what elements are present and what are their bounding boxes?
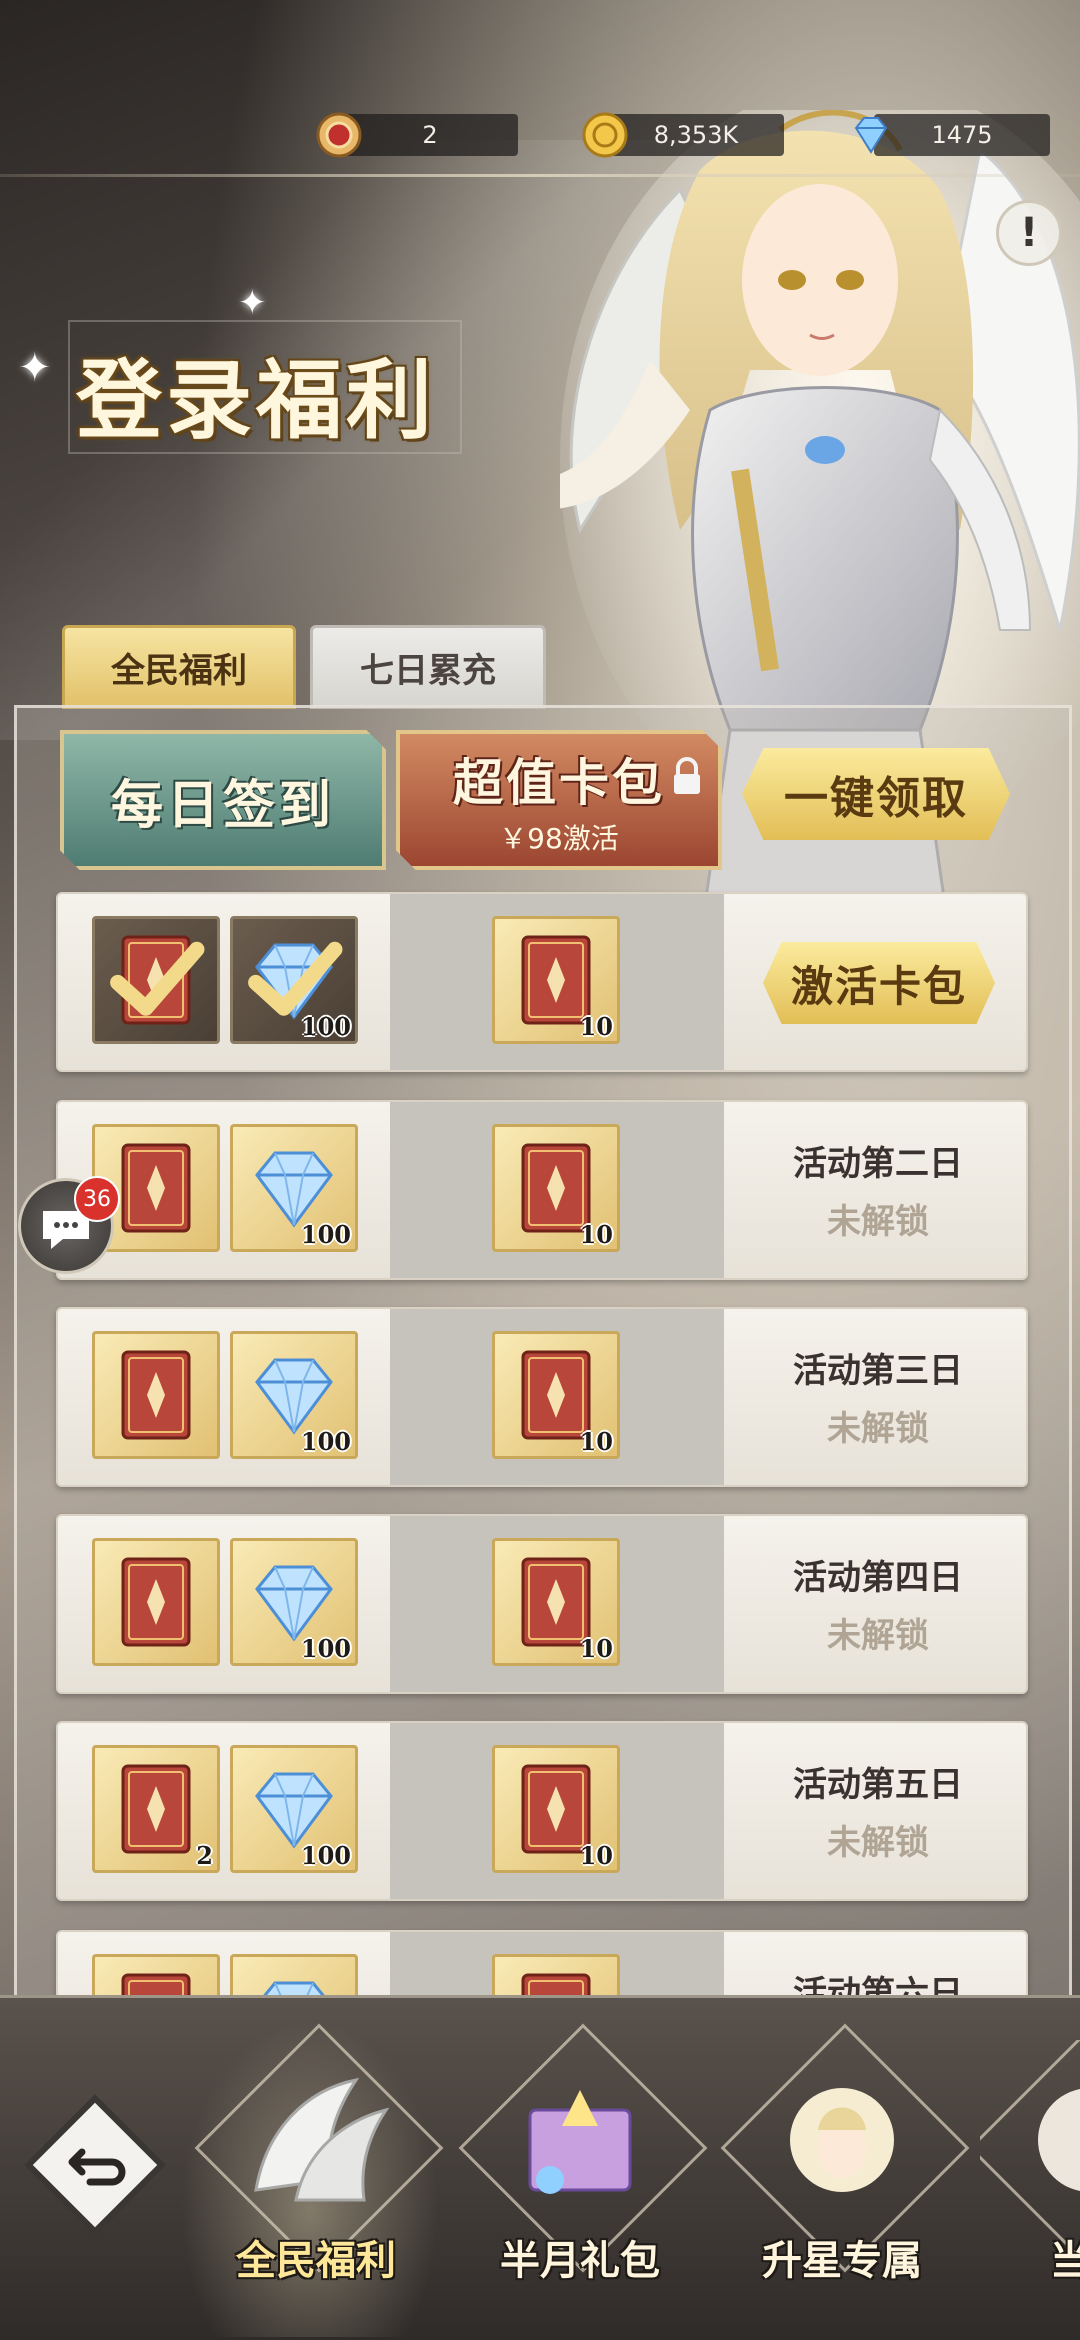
item-quantity: 10: [579, 1012, 613, 1041]
reward-item[interactable]: [92, 916, 220, 1044]
info-button[interactable]: !: [996, 200, 1062, 266]
card-pack-icon: [121, 1350, 191, 1440]
card-pack-icon: [121, 1143, 191, 1233]
day-label: 活动第四日: [793, 1558, 963, 1598]
reward-item[interactable]: [92, 1331, 220, 1459]
tab-seven-day-recharge[interactable]: 七日累充: [310, 625, 546, 709]
chat-unread-badge: 36: [74, 1176, 120, 1222]
diamond-icon: [854, 117, 888, 154]
medal-coin-icon: [316, 112, 362, 158]
page-title: 登录福利: [76, 350, 436, 451]
value-pack-price: ￥98激活: [499, 822, 619, 855]
nav-label: 全民福利: [236, 2237, 396, 2284]
nav-seasonal[interactable]: 当季: [980, 2040, 1080, 2280]
angel-portrait-icon: [790, 2088, 894, 2192]
currency-diamond-text: 1475: [931, 121, 993, 149]
claim-all-label: 一键领取: [784, 773, 968, 824]
currency-gold-value: 8,353K: [608, 114, 784, 156]
item-quantity: 100: [300, 1427, 351, 1456]
reward-row: 100 10 活动第三日未解锁: [56, 1307, 1028, 1487]
value-pack-title: 超值卡包: [453, 753, 665, 812]
locked-status: 未解锁: [827, 1616, 929, 1656]
item-quantity: 100: [300, 1841, 351, 1870]
daily-checkin-button[interactable]: 每日签到: [60, 730, 386, 870]
wings-icon: [254, 2077, 390, 2202]
locked-status: 未解锁: [827, 1823, 929, 1863]
chat-badge-count: 36: [83, 1186, 111, 1212]
locked-status: 未解锁: [827, 1202, 929, 1242]
item-quantity: 100: [300, 1012, 351, 1041]
reward-item[interactable]: 2: [92, 1745, 220, 1873]
tab-national-welfare[interactable]: 全民福利: [62, 625, 296, 709]
claim-all-button[interactable]: 一键领取: [742, 748, 1010, 840]
nav-label: 升星专属: [762, 2237, 922, 2284]
currency-medal-text: 2: [422, 121, 438, 149]
item-quantity: 100: [300, 1220, 351, 1249]
item-quantity: 10: [579, 1427, 613, 1456]
nav-half-month-pack[interactable]: 半月礼包: [458, 2023, 708, 2284]
value-pack-button[interactable]: 超值卡包 ￥98激活: [396, 730, 722, 870]
reward-item[interactable]: 100: [230, 1745, 358, 1873]
item-quantity: 100: [300, 1634, 351, 1663]
activate-pack-label: 激活卡包: [790, 961, 967, 1011]
currency-medal-value: 2: [342, 114, 518, 156]
nav-label: 半月礼包: [500, 2237, 660, 2284]
info-button-label: !: [1019, 210, 1039, 256]
item-quantity: 2: [196, 1841, 213, 1870]
nav-star-upgrade[interactable]: 升星专属: [720, 2023, 970, 2284]
premium-reward-item[interactable]: 10: [492, 1124, 620, 1252]
reward-item[interactable]: [92, 1538, 220, 1666]
locked-status: 未解锁: [827, 1409, 929, 1449]
reward-row: 2 100 10 活动第五日未解锁: [56, 1721, 1028, 1901]
seasonal-art-icon: [1038, 2088, 1080, 2192]
item-quantity: 10: [579, 1841, 613, 1870]
daily-checkin-label: 每日签到: [110, 774, 335, 836]
nav-label: 当季: [1050, 2237, 1080, 2280]
reward-row: 100 10 活动第二日未解锁: [56, 1100, 1028, 1280]
currency-gold-text: 8,353K: [653, 121, 739, 149]
item-quantity: 10: [579, 1220, 613, 1249]
gold-coin-icon: [582, 112, 628, 158]
header-divider: [0, 174, 1080, 177]
tab-label: 全民福利: [111, 650, 247, 691]
day-label: 活动第二日: [793, 1144, 963, 1184]
card-pack-icon: [121, 1764, 191, 1854]
day-label: 活动第三日: [793, 1351, 963, 1391]
premium-reward-item[interactable]: 10: [492, 916, 620, 1044]
checkmark-icon: [110, 941, 205, 1016]
back-button[interactable]: [20, 2090, 170, 2240]
day-label: 活动第五日: [793, 1765, 963, 1805]
reward-item[interactable]: 100: [230, 1538, 358, 1666]
premium-reward-item[interactable]: 10: [492, 1745, 620, 1873]
premium-reward-item[interactable]: 10: [492, 1331, 620, 1459]
item-quantity: 10: [579, 1634, 613, 1663]
reward-item[interactable]: 100: [230, 916, 358, 1044]
gift-pack-icon: [528, 2090, 632, 2194]
tab-label: 七日累充: [360, 650, 496, 691]
sparkle-icon: ✦: [18, 345, 52, 391]
currency-diamond-value: 1475: [874, 114, 1050, 156]
card-pack-icon: [121, 1557, 191, 1647]
reward-row: 100 10 活动第四日未解锁: [56, 1514, 1028, 1694]
premium-reward-item[interactable]: 10: [492, 1538, 620, 1666]
activate-pack-button[interactable]: 激活卡包: [763, 942, 995, 1024]
lock-icon: [674, 757, 700, 794]
sparkle-icon: ✦: [238, 283, 267, 323]
nav-national-welfare[interactable]: 全民福利: [194, 2023, 444, 2284]
reward-row: 100 10 激活卡包: [56, 892, 1028, 1072]
reward-item[interactable]: 100: [230, 1331, 358, 1459]
reward-item[interactable]: 100: [230, 1124, 358, 1252]
